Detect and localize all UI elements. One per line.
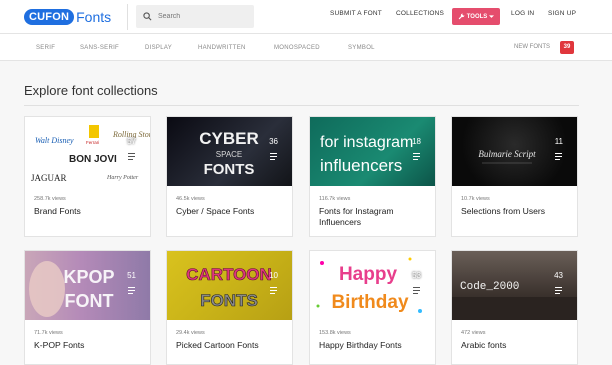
thumb-text-birthday: Birthday: [331, 292, 409, 313]
collection-card-cyber-space[interactable]: CYBER SPACE FONTS 36 46.5k views Cyber /…: [166, 116, 293, 237]
category-symbol[interactable]: SYMBOL: [348, 45, 375, 51]
view-count: 258.7k views: [34, 196, 66, 202]
font-count: 43: [554, 271, 563, 280]
chevron-down-icon: [489, 14, 495, 18]
list-icon: [128, 153, 135, 160]
collection-thumbnail: Code_2000 43: [452, 251, 577, 320]
collection-title[interactable]: K-POP Fonts: [34, 340, 149, 351]
tools-label: TOOLS: [466, 13, 488, 20]
signup-link[interactable]: SIGN UP: [548, 10, 576, 17]
collection-card-arabic[interactable]: Code_2000 43 472 views Arabic fonts: [451, 250, 578, 365]
font-count: 51: [127, 271, 136, 280]
view-count: 46.5k views: [176, 196, 205, 202]
collection-thumbnail: CYBER SPACE FONTS 36: [167, 117, 292, 186]
search-input[interactable]: [158, 13, 248, 20]
thumb-text-happy: Happy: [339, 264, 398, 285]
collection-card-cartoon[interactable]: CARTOON FONTS 10 29.4k views Picked Cart…: [166, 250, 293, 365]
collection-title[interactable]: Arabic fonts: [461, 340, 576, 351]
view-count: 29.4k views: [176, 330, 205, 336]
heading-divider: [24, 105, 579, 106]
view-count: 153.8k views: [319, 330, 351, 336]
thumb-text-potter: Harry Potter: [106, 175, 139, 181]
collections-link[interactable]: COLLECTIONS: [396, 10, 444, 17]
view-count: 10.7k views: [461, 196, 490, 202]
collection-thumbnail: Bulmarie Script 11: [452, 117, 577, 186]
collection-card-brand-fonts[interactable]: Walt Disney Ferrari Rolling Stones BON J…: [24, 116, 151, 237]
thumb-text-instagram: for instagram: [320, 134, 413, 151]
wrench-icon: [458, 13, 465, 20]
collection-title[interactable]: Picked Cartoon Fonts: [176, 340, 291, 351]
list-icon: [555, 153, 562, 160]
list-icon: [555, 287, 562, 294]
view-count: 71.7k views: [34, 330, 63, 336]
list-icon: [128, 287, 135, 294]
thumb-text-cartoon: CARTOON: [186, 265, 272, 284]
list-icon: [413, 287, 420, 294]
submit-font-link[interactable]: SUBMIT A FONT: [330, 10, 382, 17]
font-count: 57: [127, 137, 136, 146]
list-icon: [413, 153, 420, 160]
collection-title[interactable]: Brand Fonts: [34, 206, 149, 217]
collection-title[interactable]: Fonts for Instagram Influencers: [319, 206, 434, 228]
collection-card-instagram[interactable]: for instagram influencers 18 116.7k view…: [309, 116, 436, 237]
cufon-logo[interactable]: CUFON Fonts: [24, 9, 111, 25]
logo-text: Fonts: [76, 9, 112, 25]
thumb-text-code: Code_2000: [460, 281, 519, 293]
category-bar: SERIF SANS-SERIF DISPLAY HANDWRITTEN MON…: [0, 34, 612, 61]
thumb-text-cyber: CYBER: [199, 129, 259, 148]
font-count: 11: [554, 137, 563, 146]
thumb-text-ferrari: Ferrari: [86, 140, 99, 145]
category-sans-serif[interactable]: SANS-SERIF: [80, 45, 119, 51]
list-icon: [270, 287, 277, 294]
collection-title[interactable]: Cyber / Space Fonts: [176, 206, 291, 217]
category-monospaced[interactable]: MONOSPACED: [274, 45, 320, 51]
collection-thumbnail: CARTOON FONTS 10: [167, 251, 292, 320]
page-title: Explore font collections: [24, 83, 158, 98]
logo-divider: [127, 4, 128, 30]
top-navbar: CUFON Fonts SUBMIT A FONT COLLECTIONS TO…: [0, 0, 612, 34]
category-serif[interactable]: SERIF: [36, 45, 55, 51]
search-icon: [143, 12, 152, 21]
new-fonts-link[interactable]: NEW FONTS: [514, 44, 550, 50]
thumb-text-script: Bulmarie Script: [478, 149, 536, 159]
collection-card-birthday[interactable]: Happy Birthday 53 153.8k views Happy Bir…: [309, 250, 436, 365]
thumb-text-fonts: FONTS: [200, 291, 258, 310]
category-display[interactable]: DISPLAY: [145, 45, 172, 51]
font-count: 53: [412, 271, 421, 280]
collection-title[interactable]: Happy Birthday Fonts: [319, 340, 434, 351]
thumb-text-font: FONT: [65, 291, 114, 311]
font-count: 18: [412, 137, 421, 146]
thumb-text-space: SPACE: [216, 150, 243, 159]
view-count: 472 views: [461, 330, 486, 336]
font-count: 36: [269, 137, 278, 146]
new-fonts-badge: 39: [560, 41, 574, 54]
collection-thumbnail: Walt Disney Ferrari Rolling Stones BON J…: [25, 117, 150, 186]
collection-card-selections[interactable]: Bulmarie Script 11 10.7k views Selection…: [451, 116, 578, 237]
tools-button[interactable]: TOOLS: [452, 8, 500, 25]
view-count: 116.7k views: [319, 196, 351, 202]
collection-thumbnail: for instagram influencers 18: [310, 117, 435, 186]
category-handwritten[interactable]: HANDWRITTEN: [198, 45, 246, 51]
thumb-text-disney: Walt Disney: [35, 136, 74, 145]
thumb-text-fonts: FONTS: [204, 161, 255, 178]
thumb-text-kpop: KPOP: [63, 267, 114, 287]
thumb-text-influencers: influencers: [320, 156, 402, 175]
collection-thumbnail: Happy Birthday 53: [310, 251, 435, 320]
thumb-text-jaguar: JAGUAR: [31, 173, 67, 183]
logo-box: CUFON: [24, 9, 75, 25]
collection-title[interactable]: Selections from Users: [461, 206, 576, 217]
collection-thumbnail: KPOP FONT 51: [25, 251, 150, 320]
login-link[interactable]: LOG IN: [511, 10, 534, 17]
search-box[interactable]: [136, 5, 254, 28]
collection-card-kpop[interactable]: KPOP FONT 51 71.7k views K-POP Fonts: [24, 250, 151, 365]
list-icon: [270, 153, 277, 160]
font-count: 10: [269, 271, 278, 280]
thumb-text-bonjovi: BON JOVI: [69, 154, 117, 165]
